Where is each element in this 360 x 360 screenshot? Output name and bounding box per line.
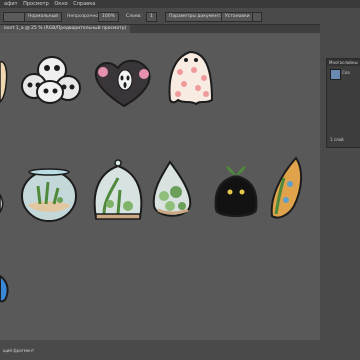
panel-title[interactable]: Многослойны	[329, 60, 358, 65]
options-bar: Нормальный Непрозрачность: 100% Слоев: 1…	[0, 8, 360, 25]
heart-ghostface-sticker-icon	[94, 59, 151, 108]
partial-sticker-left-icon	[0, 61, 8, 104]
cloche-terrarium-sticker-icon	[93, 159, 143, 220]
teardrop-terrarium-sticker-icon	[152, 160, 192, 217]
blend-mode-select[interactable]: Нормальный	[24, 12, 63, 22]
layers-panel-header: Многослойны	[327, 59, 360, 66]
document-params-button[interactable]: Параметры документа	[165, 12, 228, 22]
layer-thumbnail[interactable]	[330, 69, 341, 80]
status-bar: щий фрагмент	[0, 340, 360, 360]
dragon-leaf-sticker-icon	[270, 156, 302, 219]
black-cat-plant-sticker-icon	[214, 166, 258, 217]
settings-button[interactable]: Установки	[221, 12, 254, 22]
menu-item-view[interactable]: Просмотр	[23, 1, 49, 7]
document-tab[interactable]: ioort 1_a @ 25 % (RGB/Предварительный пр…	[0, 25, 131, 33]
layers-tab[interactable]: Сло	[342, 70, 350, 75]
ghost-strawberries-sticker-icon	[168, 50, 214, 106]
layers-input[interactable]: 1	[146, 12, 157, 22]
menu-item-window[interactable]: Окно	[54, 1, 67, 7]
layer-count: 1 слой	[330, 137, 344, 142]
partial-sticker-left-row2-icon	[0, 193, 4, 214]
menu-item-help[interactable]: Справка	[73, 1, 95, 7]
document-tab-bar: ioort 1_a @ 25 % (RGB/Предварительный пр…	[0, 25, 320, 33]
canvas-artwork	[0, 50, 302, 303]
layers-panel: Многослойны Сло 1 слой	[326, 58, 360, 148]
canvas[interactable]	[0, 33, 320, 340]
skulls-sticker-icon	[21, 56, 81, 104]
status-text: щий фрагмент	[3, 348, 35, 353]
menu-item-graphics[interactable]: афит	[4, 1, 18, 7]
fishbowl-terrarium-sticker-icon	[21, 168, 77, 222]
menu-bar: афит Просмотр Окно Справка	[0, 0, 360, 8]
options-toggle-icon[interactable]	[252, 12, 262, 22]
tool-preset-swatch[interactable]	[3, 12, 25, 22]
blue-sticker-partial-icon	[0, 274, 9, 303]
opacity-input[interactable]: 100%	[98, 12, 119, 22]
layers-label: Слоев:	[126, 14, 142, 19]
